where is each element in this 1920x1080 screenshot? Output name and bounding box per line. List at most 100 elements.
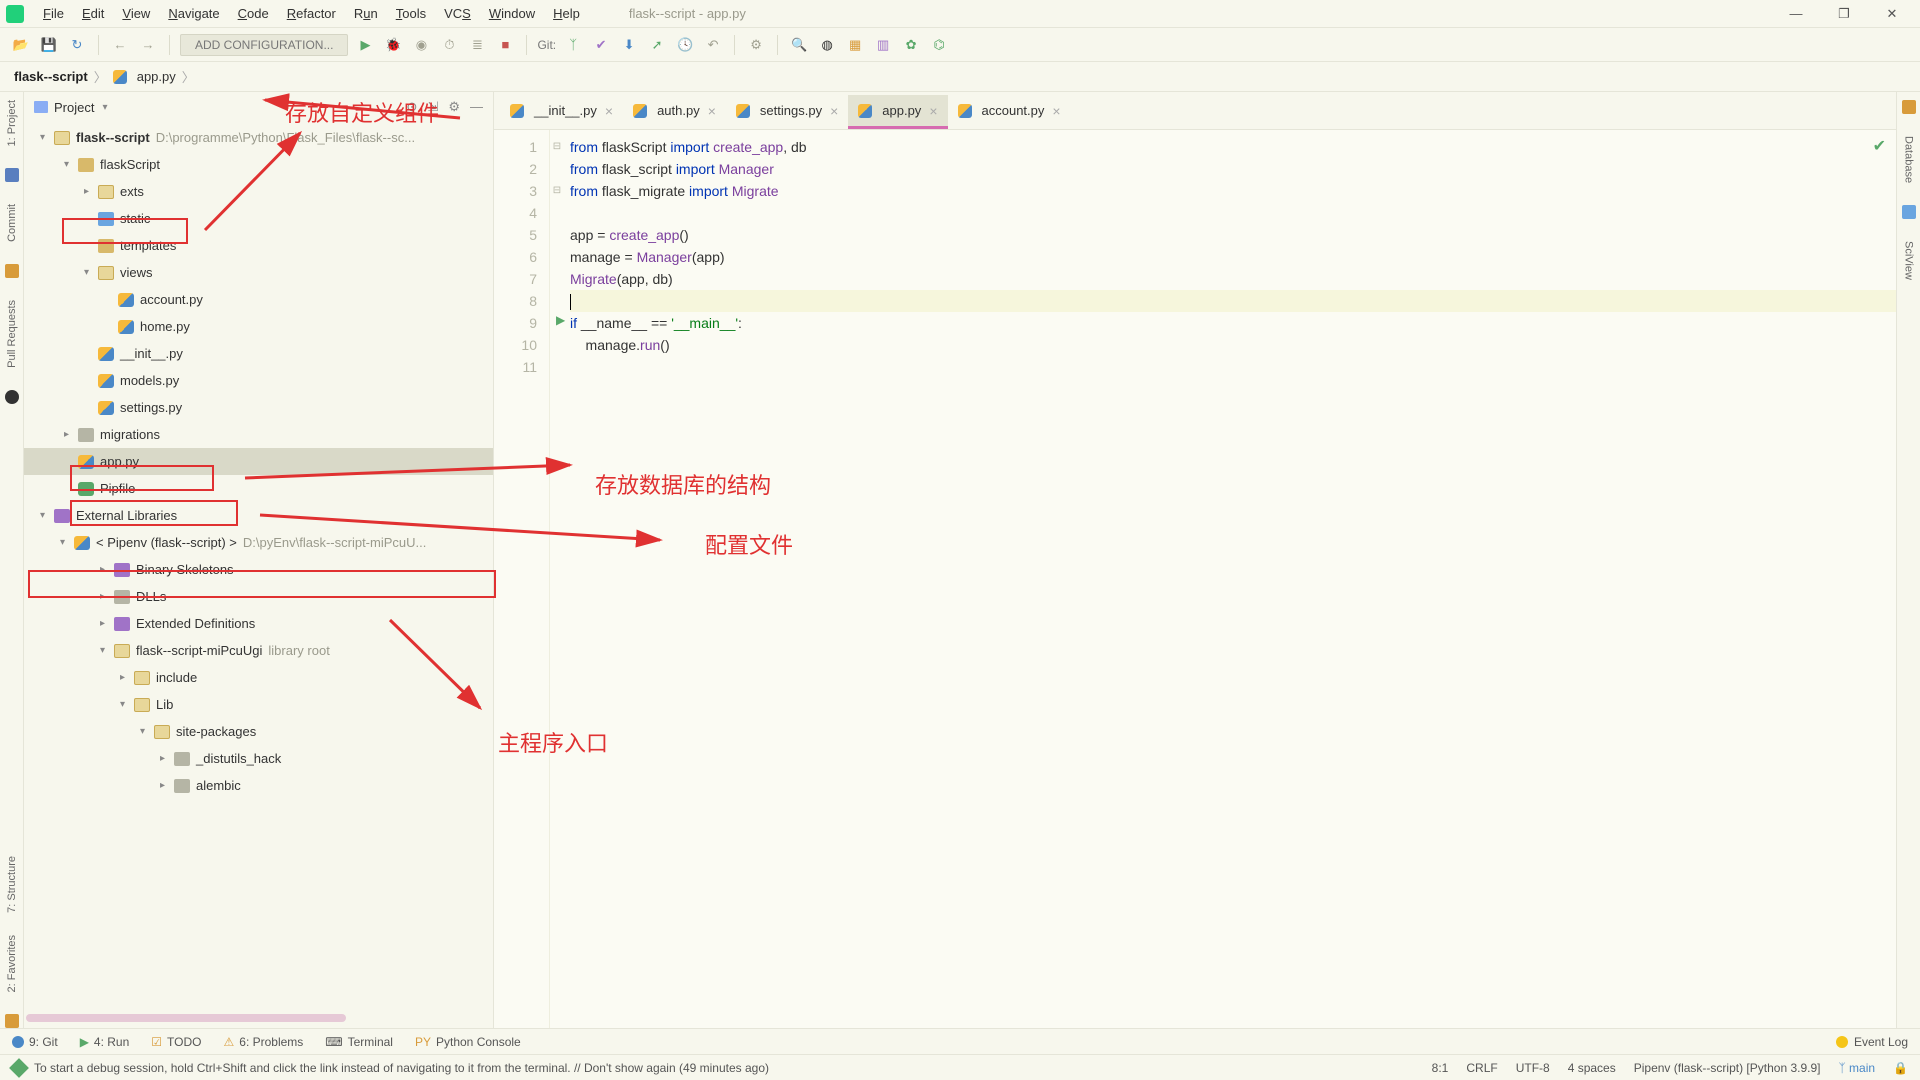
editor-tab[interactable]: __init__.py× (500, 95, 623, 129)
tree-node[interactable]: ▾views (24, 259, 493, 286)
git-update-icon[interactable]: ⬇ (618, 34, 640, 56)
editor-body[interactable]: 1234567891011 ⊟⊟ from flaskScript import… (494, 130, 1896, 1028)
toolwin-commit[interactable]: Commit (6, 204, 18, 242)
tb-extra-2-icon[interactable]: ▦ (844, 34, 866, 56)
menu-help[interactable]: Help (544, 4, 589, 23)
tree-node[interactable]: ▸Extended Definitions (24, 610, 493, 637)
tree-node[interactable]: ▸DLLs (24, 583, 493, 610)
code-area[interactable]: from flaskScript import create_app, dbfr… (564, 130, 1896, 1028)
status-interpreter[interactable]: Pipenv (flask--script) [Python 3.9.9] (1634, 1061, 1821, 1075)
status-caret-pos[interactable]: 8:1 (1432, 1061, 1449, 1075)
close-tab-icon[interactable]: × (1052, 103, 1060, 119)
git-push-icon[interactable]: ➚ (646, 34, 668, 56)
tree-node[interactable]: ▸alembic (24, 772, 493, 799)
menu-edit[interactable]: Edit (73, 4, 113, 23)
editor-tab[interactable]: auth.py× (623, 95, 726, 129)
commit-icon[interactable] (5, 264, 19, 278)
tree-pipenv[interactable]: ▾< Pipenv (flask--script) >D:\pyEnv\flas… (24, 529, 493, 556)
open-icon[interactable]: 📂 (10, 34, 32, 56)
minimize-button[interactable]: — (1786, 6, 1806, 22)
tree-node[interactable]: ▸include (24, 664, 493, 691)
git-commit-icon[interactable]: ✔ (590, 34, 612, 56)
status-lock-icon[interactable]: 🔒 (1893, 1061, 1908, 1075)
menu-vcs[interactable]: VCS (435, 4, 480, 23)
toolwin-terminal[interactable]: ⌨Terminal (325, 1035, 393, 1049)
run-icon[interactable]: ▶ (354, 34, 376, 56)
breadcrumb-root[interactable]: flask--script (14, 69, 88, 84)
toolwin-favorites[interactable]: 2: Favorites (6, 935, 18, 992)
profile-icon[interactable]: ⏱ (438, 34, 460, 56)
tree-node[interactable]: home.py (24, 313, 493, 340)
menu-window[interactable]: Window (480, 4, 544, 23)
menu-view[interactable]: View (113, 4, 159, 23)
tree-node[interactable]: ▾flask--script-miPcuUgilibrary root (24, 637, 493, 664)
editor-tab[interactable]: app.py× (848, 95, 947, 129)
project-hide-icon[interactable]: — (470, 99, 483, 115)
add-configuration-button[interactable]: ADD CONFIGURATION... (180, 34, 348, 56)
menu-run[interactable]: Run (345, 4, 387, 23)
toolwin-todo[interactable]: ☑TODO (151, 1035, 201, 1049)
menu-navigate[interactable]: Navigate (159, 4, 228, 23)
tree-scrollbar-thumb[interactable] (26, 1014, 346, 1022)
fold-column[interactable]: ⊟⊟ (550, 130, 564, 1028)
sciview-icon[interactable] (1902, 205, 1916, 219)
toolwin-database[interactable]: Database (1903, 136, 1915, 183)
git-rollback-icon[interactable]: ↶ (702, 34, 724, 56)
back-icon[interactable]: ← (109, 34, 131, 56)
breadcrumb-file[interactable]: app.py (137, 69, 176, 84)
tree-node[interactable]: settings.py (24, 394, 493, 421)
project-gear-icon[interactable]: ⚙ (448, 99, 460, 115)
project-collapse-icon[interactable]: ⇲ (427, 99, 438, 115)
toolwin-run[interactable]: ▶4: Run (80, 1035, 130, 1049)
project-settings-icon[interactable]: ⊙ (407, 99, 418, 115)
close-tab-icon[interactable]: × (605, 103, 613, 119)
editor-tab[interactable]: settings.py× (726, 95, 848, 129)
status-branch[interactable]: ᛉ main (1838, 1061, 1875, 1075)
sync-icon[interactable]: ↻ (66, 34, 88, 56)
tree-node[interactable]: static (24, 205, 493, 232)
status-indent[interactable]: 4 spaces (1568, 1061, 1616, 1075)
menu-code[interactable]: Code (229, 4, 278, 23)
close-tab-icon[interactable]: × (708, 103, 716, 119)
tree-node[interactable]: ▸exts (24, 178, 493, 205)
concurrency-icon[interactable]: ≣ (466, 34, 488, 56)
tree-node[interactable]: ▸migrations (24, 421, 493, 448)
tree-node[interactable]: account.py (24, 286, 493, 313)
tree-root[interactable]: ▾flask--scriptD:\programme\Python\Flask_… (24, 124, 493, 151)
save-icon[interactable]: 💾 (38, 34, 60, 56)
settings-icon[interactable]: ⚙ (745, 34, 767, 56)
tb-extra-5-icon[interactable]: ⌬ (928, 34, 950, 56)
toolwin-sciview[interactable]: SciView (1903, 241, 1915, 280)
tb-extra-1-icon[interactable]: ◍ (816, 34, 838, 56)
status-eol[interactable]: CRLF (1466, 1061, 1497, 1075)
run-line-icon[interactable]: ▶ (556, 313, 565, 327)
tree-node[interactable]: __init__.py (24, 340, 493, 367)
tree-node[interactable]: ▸_distutils_hack (24, 745, 493, 772)
project-header-label[interactable]: Project (54, 100, 94, 115)
menu-tools[interactable]: Tools (387, 4, 435, 23)
toolwin-event-log[interactable]: Event Log (1854, 1035, 1908, 1049)
tree-node[interactable]: ▸Binary Skeletons (24, 556, 493, 583)
stop-icon[interactable]: ■ (494, 34, 516, 56)
coverage-icon[interactable]: ◉ (410, 34, 432, 56)
menu-refactor[interactable]: Refactor (278, 4, 345, 23)
maximize-button[interactable]: ❐ (1834, 6, 1854, 22)
tree-node[interactable]: ▾Lib (24, 691, 493, 718)
close-button[interactable]: ✕ (1882, 6, 1902, 22)
close-tab-icon[interactable]: × (830, 103, 838, 119)
toolwin-git[interactable]: 9: Git (12, 1035, 58, 1049)
forward-icon[interactable]: → (137, 34, 159, 56)
debug-icon[interactable]: 🐞 (382, 34, 404, 56)
toolwin-pull-requests[interactable]: Pull Requests (6, 300, 18, 368)
close-tab-icon[interactable]: × (929, 103, 937, 119)
tree-node[interactable]: ▾flaskScript (24, 151, 493, 178)
git-history-icon[interactable]: 🕓 (674, 34, 696, 56)
tree-external-libs[interactable]: ▾External Libraries (24, 502, 493, 529)
tb-extra-4-icon[interactable]: ✿ (900, 34, 922, 56)
project-tree[interactable]: ▾flask--scriptD:\programme\Python\Flask_… (24, 122, 493, 1028)
editor-tab[interactable]: account.py× (948, 95, 1071, 129)
github-icon[interactable] (5, 390, 19, 404)
tree-node[interactable]: models.py (24, 367, 493, 394)
favorites-icon[interactable] (5, 1014, 19, 1028)
tb-extra-3-icon[interactable]: ▥ (872, 34, 894, 56)
